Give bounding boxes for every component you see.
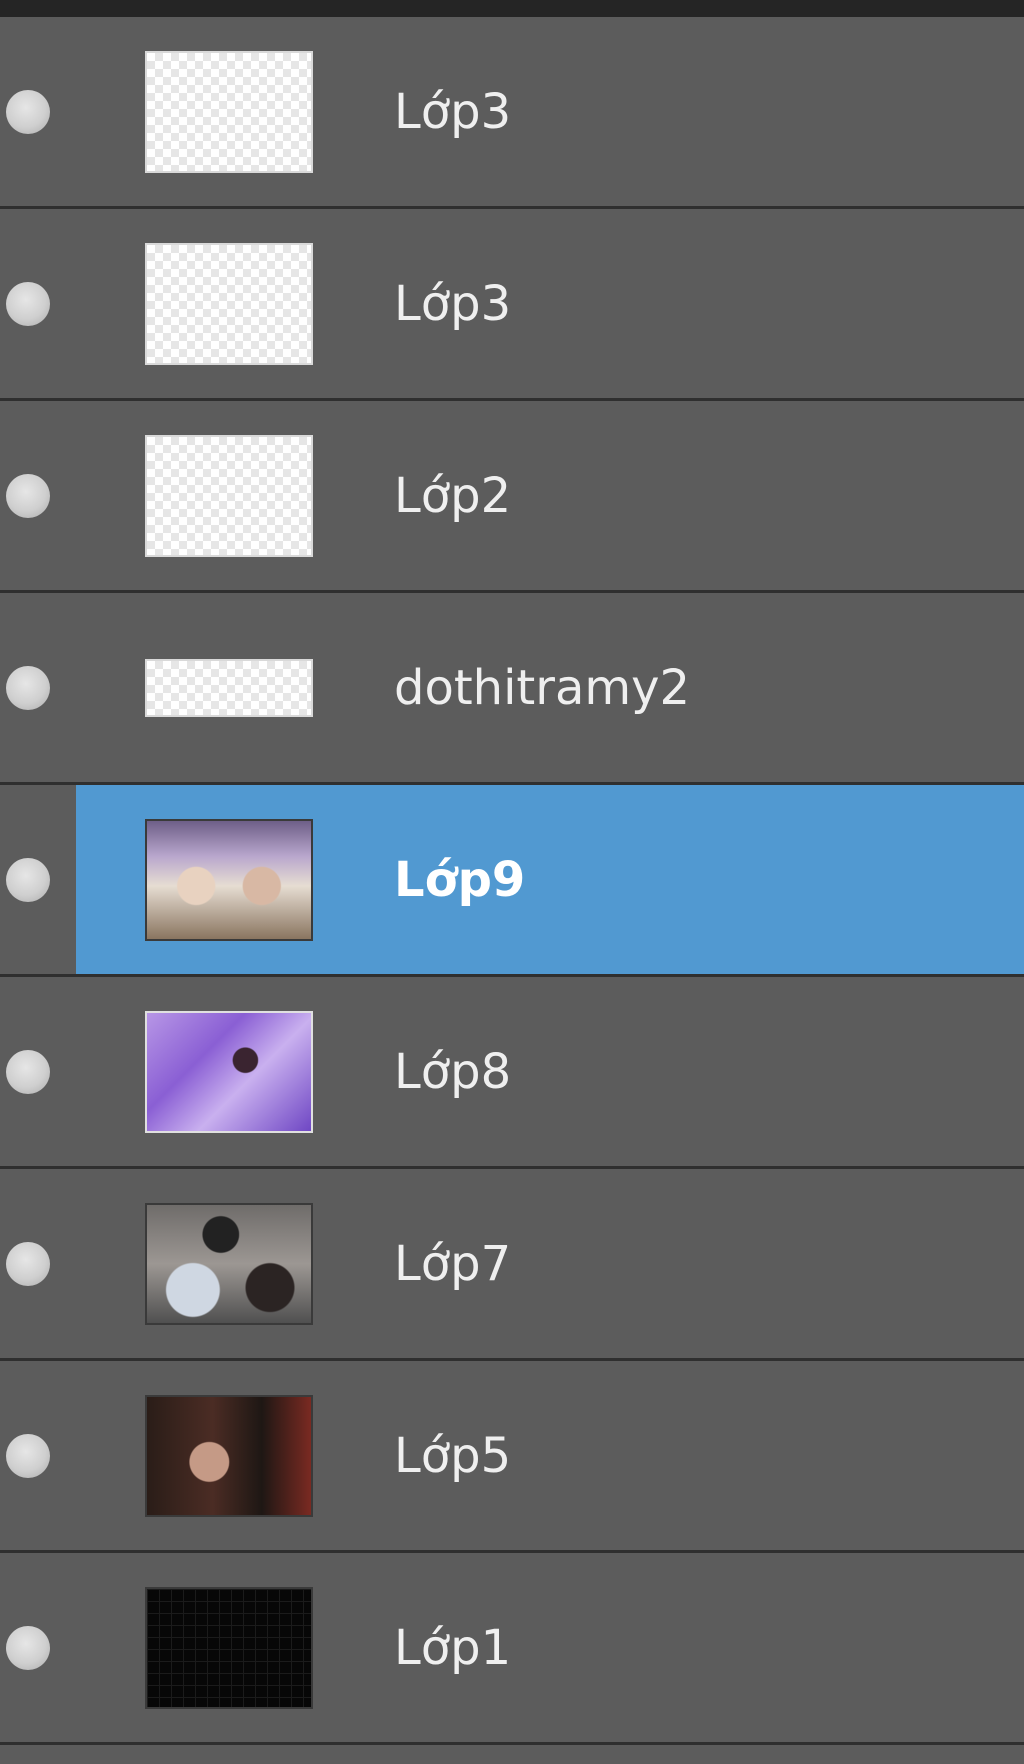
layer-name: Lớp1 (394, 1619, 512, 1676)
layer-thumbnail[interactable] (145, 818, 313, 941)
layer-thumbnail[interactable] (145, 434, 313, 557)
layer-thumbnail[interactable] (145, 1586, 313, 1709)
visibility-toggle-icon[interactable] (6, 281, 50, 326)
layer-name: Lớp7 (394, 1235, 512, 1292)
layer-name: dothitramy2 (394, 659, 691, 716)
visibility-toggle-icon[interactable] (6, 89, 50, 134)
layers-panel: Lớp3 Lớp3 Lớp2 dothitramy2 Lớp9 Lớp8 Lớp… (0, 0, 1024, 1764)
layer-row[interactable]: Lớp7 (0, 1169, 1024, 1361)
panel-top-bar (0, 0, 1024, 17)
layer-row[interactable]: Lớp5 (0, 1361, 1024, 1553)
layer-name: Lớp8 (394, 1043, 512, 1100)
layer-thumbnail[interactable] (145, 1394, 313, 1517)
layer-row[interactable]: Lớp8 (0, 977, 1024, 1169)
visibility-toggle-icon[interactable] (6, 1433, 50, 1478)
layer-name: Lớp2 (394, 467, 512, 524)
visibility-toggle-icon[interactable] (6, 1241, 50, 1286)
visibility-toggle-icon[interactable] (6, 665, 50, 710)
layer-name: Lớp3 (394, 83, 512, 140)
layer-list: Lớp3 Lớp3 Lớp2 dothitramy2 Lớp9 Lớp8 Lớp… (0, 17, 1024, 1745)
layer-thumbnail[interactable] (145, 1202, 313, 1325)
layer-row[interactable]: Lớp3 (0, 209, 1024, 401)
layer-thumbnail[interactable] (145, 242, 313, 365)
layer-name: Lớp5 (394, 1427, 512, 1484)
visibility-toggle-icon[interactable] (6, 1625, 50, 1670)
layer-thumbnail[interactable] (145, 658, 313, 717)
visibility-toggle-icon[interactable] (6, 1049, 50, 1094)
layer-name: Lớp9 (394, 851, 526, 908)
layer-row[interactable]: Lớp3 (0, 17, 1024, 209)
layer-row[interactable]: dothitramy2 (0, 593, 1024, 785)
layer-row-selected[interactable]: Lớp9 (0, 785, 1024, 977)
layer-thumbnail[interactable] (145, 50, 313, 173)
visibility-toggle-icon[interactable] (6, 857, 50, 902)
visibility-toggle-icon[interactable] (6, 473, 50, 518)
layer-name: Lớp3 (394, 275, 512, 332)
layer-row[interactable]: Lớp1 (0, 1553, 1024, 1745)
layer-thumbnail[interactable] (145, 1010, 313, 1133)
layer-row[interactable]: Lớp2 (0, 401, 1024, 593)
